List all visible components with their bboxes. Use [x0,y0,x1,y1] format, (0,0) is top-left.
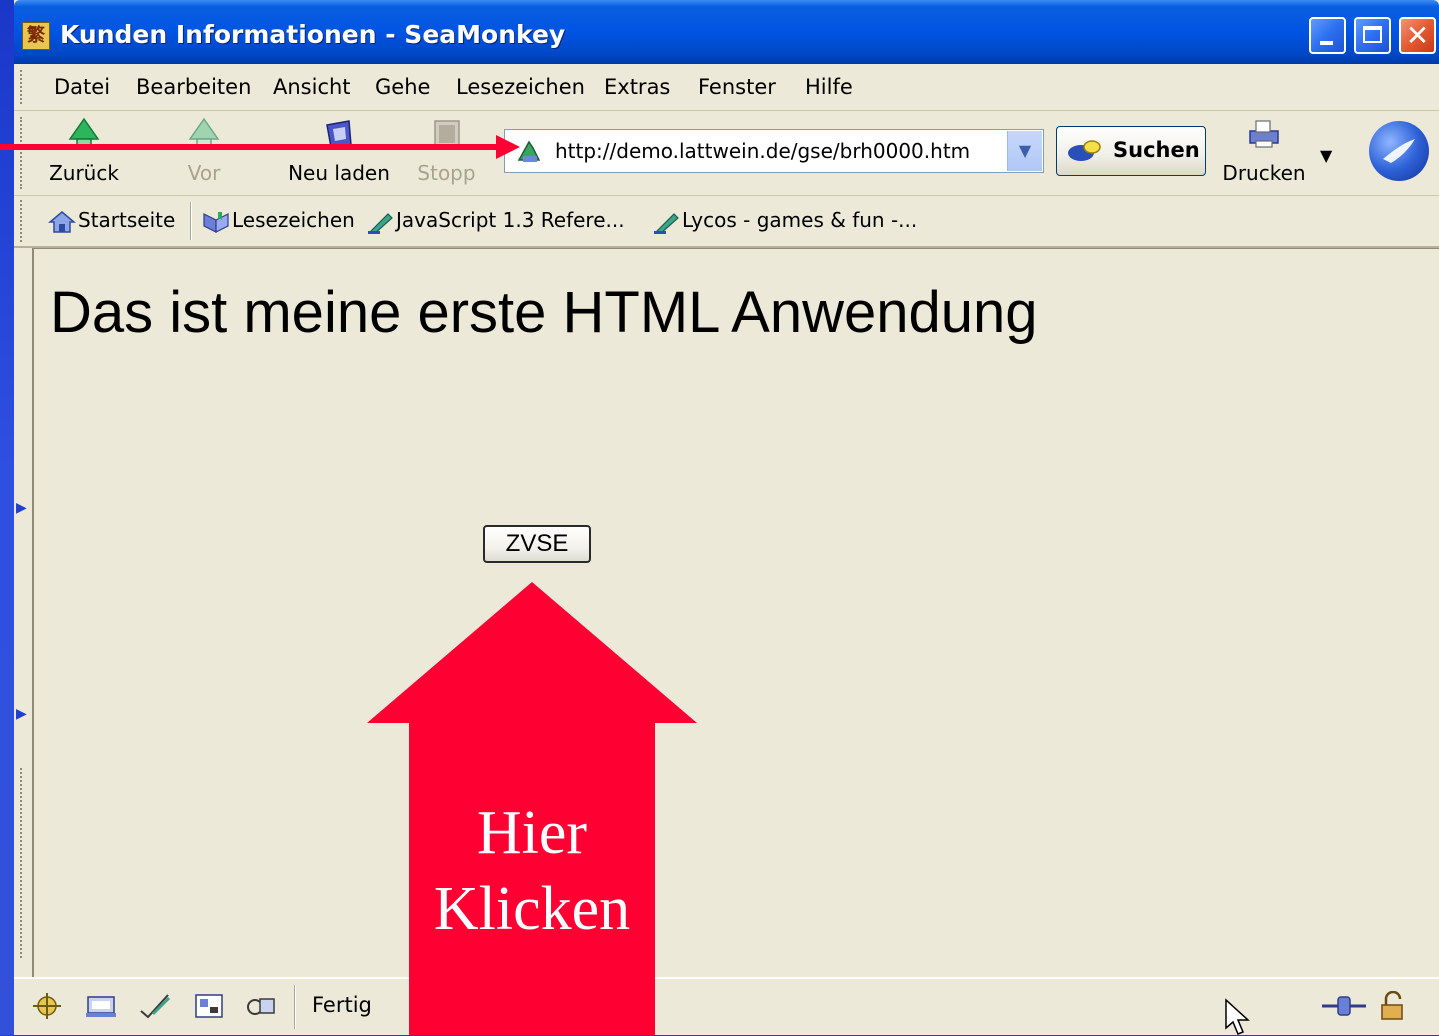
toolbar-separator [190,202,192,240]
bookmark-pen-icon [368,212,393,234]
seamonkey-app-icon[interactable]: 繁 [22,22,50,50]
menu-extras[interactable]: Extras [604,75,670,99]
bookmarks-icon [203,211,229,233]
menu-datei[interactable]: Datei [54,75,110,99]
navigation-toolbar: Zurück Vor Neu laden Stopp http://demo.l… [14,111,1439,196]
back-button[interactable]: Zurück [44,111,124,195]
annotation-text-hier: Hier [476,799,588,867]
sidebar-toggle-icon[interactable]: ▶ [16,500,27,516]
menu-fenster[interactable]: Fenster [698,75,776,99]
annotation-text-klicken: Klicken [433,875,631,943]
page-content: Das ist meine erste HTML Anwendung ZVSE [32,248,1439,977]
mouse-cursor-icon [1225,998,1250,1035]
address-book-icon[interactable] [192,991,226,1021]
seamonkey-logo-icon [1383,139,1415,163]
annotation-click-text: Hier Klicken [409,795,655,947]
chevron-down-icon: ▼ [1018,141,1032,160]
back-label: Zurück [49,161,119,185]
bookmark-label: Startseite [78,208,176,232]
home-icon [48,210,76,233]
print-button[interactable]: Drucken [1214,111,1314,195]
url-field[interactable]: http://demo.lattwein.de/gse/brh0000.htm … [504,129,1044,173]
title-bar[interactable]: 繁 Kunden Informationen - SeaMonkey ✕ [14,0,1439,64]
window-title: Kunden Informationen - SeaMonkey [60,20,566,49]
bookmark-label: Lycos - games & fun -... [682,208,918,232]
status-text: Fertig [312,993,372,1017]
page-heading: Das ist meine erste HTML Anwendung [50,280,1038,345]
printer-icon [1249,120,1279,148]
navigator-icon[interactable] [30,991,64,1021]
menu-gehe[interactable]: Gehe [375,75,430,99]
stop-button[interactable]: Stopp [409,111,484,195]
forward-label: Vor [187,161,221,185]
toolbar-grip[interactable] [20,117,30,189]
menu-lesezeichen[interactable]: Lesezeichen [456,75,585,99]
menu-ansicht[interactable]: Ansicht [273,75,351,99]
maximize-button[interactable] [1354,17,1391,54]
personal-toolbar: Startseite Lesezeichen JavaScript 1.3 Re… [14,196,1439,248]
sidebar-splitter[interactable]: ▶ ▶ [14,248,32,976]
slide-background [0,0,14,1035]
url-text[interactable]: http://demo.lattwein.de/gse/brh0000.htm [555,139,970,163]
mail-icon[interactable] [84,991,118,1021]
toolbar-grip[interactable] [20,70,30,104]
bookmark-javascript-reference[interactable]: JavaScript 1.3 Refere... [366,208,625,236]
reload-button[interactable]: Neu laden [284,111,394,195]
menu-bearbeiten[interactable]: Bearbeiten [136,75,251,99]
bookmarks-menu-button[interactable]: Lesezeichen [202,208,355,236]
search-button[interactable]: Suchen [1056,126,1206,176]
close-button[interactable]: ✕ [1399,17,1436,54]
print-label: Drucken [1222,161,1306,185]
bookmark-label: JavaScript 1.3 Refere... [396,208,625,232]
chat-icon[interactable] [244,991,278,1021]
bookmark-pen-icon [654,212,679,234]
browser-window: 繁 Kunden Informationen - SeaMonkey ✕ Dat… [14,0,1439,1035]
menu-bar: Datei Bearbeiten Ansicht Gehe Lesezeiche… [14,64,1439,111]
seamonkey-throbber-icon[interactable] [1369,121,1429,181]
annotation-url-arrow-line [0,144,500,150]
stop-label: Stopp [417,161,476,185]
menu-hilfe[interactable]: Hilfe [805,75,853,99]
print-dropdown-icon[interactable]: ▼ [1320,146,1332,165]
composer-icon[interactable] [138,991,172,1021]
sidebar-toggle-icon[interactable]: ▶ [16,706,27,722]
bookmark-label: Lesezeichen [232,208,355,232]
online-status-icon[interactable] [1320,991,1368,1021]
reload-label: Neu laden [288,161,390,185]
url-dropdown-button[interactable]: ▼ [1007,131,1042,171]
maximize-icon [1363,26,1382,43]
close-icon: ✕ [1405,19,1430,52]
security-lock-icon[interactable] [1376,991,1410,1021]
minimize-button[interactable] [1309,17,1346,54]
statusbar-separator [294,985,296,1029]
search-label: Suchen [1113,138,1200,162]
forward-button[interactable]: Vor [164,111,244,195]
annotation-url-arrowhead [496,135,520,159]
splitter-grip [20,768,22,958]
toolbar-grip[interactable] [20,200,30,242]
bookmark-startseite[interactable]: Startseite [48,208,175,236]
bookmark-lycos[interactable]: Lycos - games & fun -... [652,208,917,236]
search-icon [1068,140,1101,161]
minimize-icon [1320,41,1333,45]
zvse-button[interactable]: ZVSE [483,525,591,563]
